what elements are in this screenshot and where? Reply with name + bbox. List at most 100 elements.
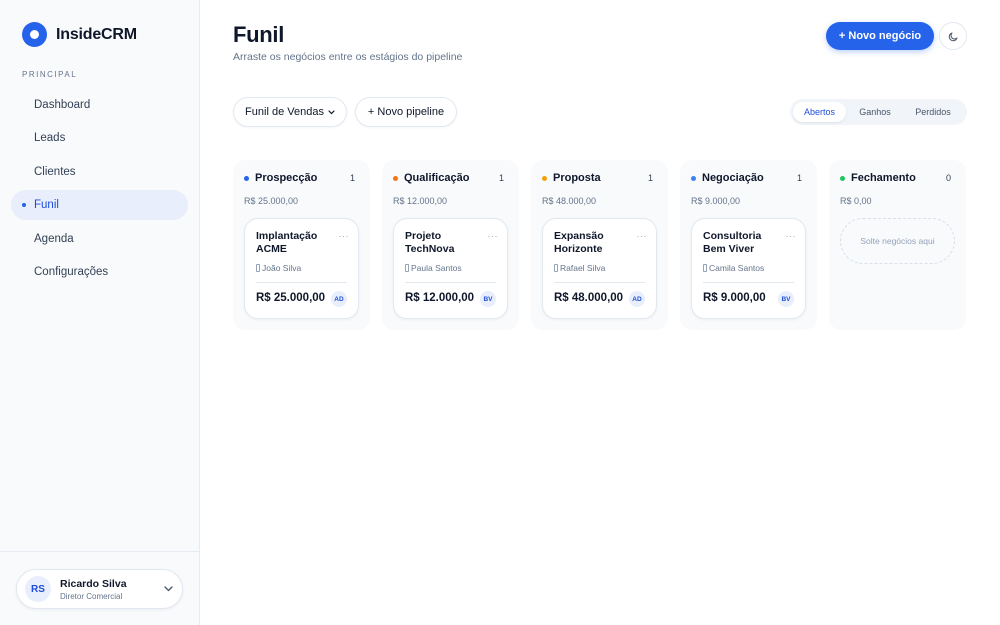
chevron-down-icon	[328, 108, 335, 117]
deal-owner: Camila Santos	[703, 263, 764, 273]
stage-dot	[393, 175, 398, 181]
brand-logo[interactable]: InsideCRM	[22, 22, 137, 47]
stage-dot	[691, 175, 696, 181]
stage-column-prospeccao[interactable]: Prospecção 1 R$ 25.000,00 Implantação AC…	[233, 160, 370, 330]
deal-title: Projeto TechNova	[405, 230, 455, 255]
user-icon	[256, 264, 260, 272]
deal-amount: R$ 25.000,00	[256, 292, 326, 304]
stage-total: R$ 48.000,00	[542, 196, 597, 206]
kanban-board: Prospecção 1 R$ 25.000,00 Implantação AC…	[233, 160, 966, 330]
user-info: Ricardo Silva Diretor Comercial	[60, 578, 162, 601]
deal-owner-name: Paula Santos	[411, 263, 462, 273]
stage-header: Qualificação 1	[393, 171, 508, 185]
stage-header: Fechamento 0	[840, 171, 955, 185]
nav-section-label: PRINCIPAL	[22, 70, 78, 79]
main-content: Funil Arraste os negócios entre os estág…	[200, 0, 1000, 625]
assignee-badge: BV	[480, 291, 496, 307]
sidebar-item-clientes[interactable]: Clientes	[11, 157, 188, 187]
new-pipeline-button[interactable]: + Novo pipeline	[355, 97, 457, 127]
deal-title: Consultoria Bem Viver	[703, 230, 762, 255]
sidebar-item-funil[interactable]: Funil	[11, 190, 188, 221]
deal-card[interactable]: Expansão Horizonte ··· Rafael Silva R$ 4…	[542, 218, 657, 319]
stage-column-proposta[interactable]: Proposta 1 R$ 48.000,00 Expansão Horizon…	[531, 160, 668, 330]
filter-abertos[interactable]: Abertos	[793, 102, 846, 122]
stage-count: 1	[498, 173, 504, 183]
stage-count: 0	[945, 173, 951, 183]
more-options-icon[interactable]: ···	[488, 231, 499, 241]
stage-name: Fechamento	[851, 172, 916, 184]
stage-column-negociacao[interactable]: Negociação 1 R$ 9.000,00 Consultoria Bem…	[680, 160, 817, 330]
deal-title: Expansão Horizonte	[554, 230, 604, 255]
stage-count: 1	[349, 173, 355, 183]
deal-card[interactable]: Implantação ACME ··· João Silva R$ 25.00…	[244, 218, 359, 319]
user-role: Diretor Comercial	[60, 591, 123, 601]
user-name: Ricardo Silva	[60, 577, 127, 590]
sidebar-footer: RS Ricardo Silva Diretor Comercial	[0, 551, 199, 625]
page-title: Funil	[233, 22, 285, 47]
user-icon	[554, 264, 558, 272]
assignee-badge: AD	[331, 291, 347, 307]
card-divider	[405, 282, 496, 283]
deal-owner: Paula Santos	[405, 263, 462, 273]
new-deal-button[interactable]: + Novo negócio	[826, 22, 934, 50]
stage-dot	[840, 175, 845, 181]
assignee-badge: BV	[778, 291, 794, 307]
stage-header: Proposta 1	[542, 171, 657, 185]
stage-total: R$ 25.000,00	[244, 196, 299, 206]
stage-total: R$ 9.000,00	[691, 196, 741, 206]
stage-total: R$ 12.000,00	[393, 196, 448, 206]
avatar: RS	[25, 576, 51, 602]
deal-owner-name: João Silva	[262, 263, 302, 273]
stage-column-fechamento[interactable]: Fechamento 0 R$ 0,00 Solte negócios aqui	[829, 160, 966, 330]
user-icon	[405, 264, 409, 272]
assignee-badge: AD	[629, 291, 645, 307]
stage-count: 1	[796, 173, 802, 183]
deal-owner: João Silva	[256, 263, 301, 273]
more-options-icon[interactable]: ···	[637, 231, 648, 241]
stage-dot	[244, 175, 249, 181]
user-icon	[703, 264, 707, 272]
stage-name: Qualificação	[404, 172, 470, 184]
stage-column-qualificacao[interactable]: Qualificação 1 R$ 12.000,00 Projeto Tech…	[382, 160, 519, 330]
deal-amount: R$ 12.000,00	[405, 292, 475, 304]
theme-toggle-button[interactable]	[939, 22, 967, 50]
stage-total: R$ 0,00	[840, 196, 872, 206]
more-options-icon[interactable]: ···	[786, 231, 797, 241]
deal-title: Implantação ACME	[256, 230, 318, 255]
deal-card[interactable]: Consultoria Bem Viver ··· Camila Santos …	[691, 218, 806, 319]
moon-icon	[948, 32, 957, 41]
stage-name: Proposta	[553, 172, 601, 184]
sidebar-item-leads[interactable]: Leads	[11, 123, 188, 153]
brand-name: InsideCRM	[56, 25, 137, 43]
sidebar-item-dashboard[interactable]: Dashboard	[11, 90, 188, 120]
chevron-down-icon	[162, 584, 174, 594]
sidebar: InsideCRM PRINCIPAL Dashboard Leads Clie…	[0, 0, 200, 625]
stage-header: Prospecção 1	[244, 171, 359, 185]
card-divider	[256, 282, 347, 283]
card-divider	[554, 282, 645, 283]
empty-drop-zone[interactable]: Solte negócios aqui	[840, 218, 955, 264]
user-menu[interactable]: RS Ricardo Silva Diretor Comercial	[16, 569, 183, 609]
deal-owner-name: Camila Santos	[709, 263, 765, 273]
filter-ganhos[interactable]: Ganhos	[846, 102, 904, 122]
stage-name: Negociação	[702, 172, 764, 184]
deal-amount: R$ 9.000,00	[703, 292, 766, 304]
stage-name: Prospecção	[255, 172, 318, 184]
deal-amount: R$ 48.000,00	[554, 292, 624, 304]
sidebar-item-configuracoes[interactable]: Configurações	[11, 257, 188, 287]
deal-status-filter: Abertos Ganhos Perdidos	[790, 99, 967, 125]
deal-owner-name: Rafael Silva	[560, 263, 606, 273]
stage-header: Negociação 1	[691, 171, 806, 185]
sidebar-item-agenda[interactable]: Agenda	[11, 224, 188, 254]
pipeline-select-label: Funil de Vendas	[245, 106, 324, 118]
filter-perdidos[interactable]: Perdidos	[904, 102, 962, 122]
pipeline-select[interactable]: Funil de Vendas	[233, 97, 347, 127]
deal-owner: Rafael Silva	[554, 263, 605, 273]
stage-count: 1	[647, 173, 653, 183]
logo-icon	[22, 22, 47, 47]
more-options-icon[interactable]: ···	[339, 231, 350, 241]
stage-dot	[542, 175, 547, 181]
card-divider	[703, 282, 794, 283]
deal-card[interactable]: Projeto TechNova ··· Paula Santos R$ 12.…	[393, 218, 508, 319]
sidebar-nav: Dashboard Leads Clientes Funil Agenda Co…	[11, 90, 188, 290]
